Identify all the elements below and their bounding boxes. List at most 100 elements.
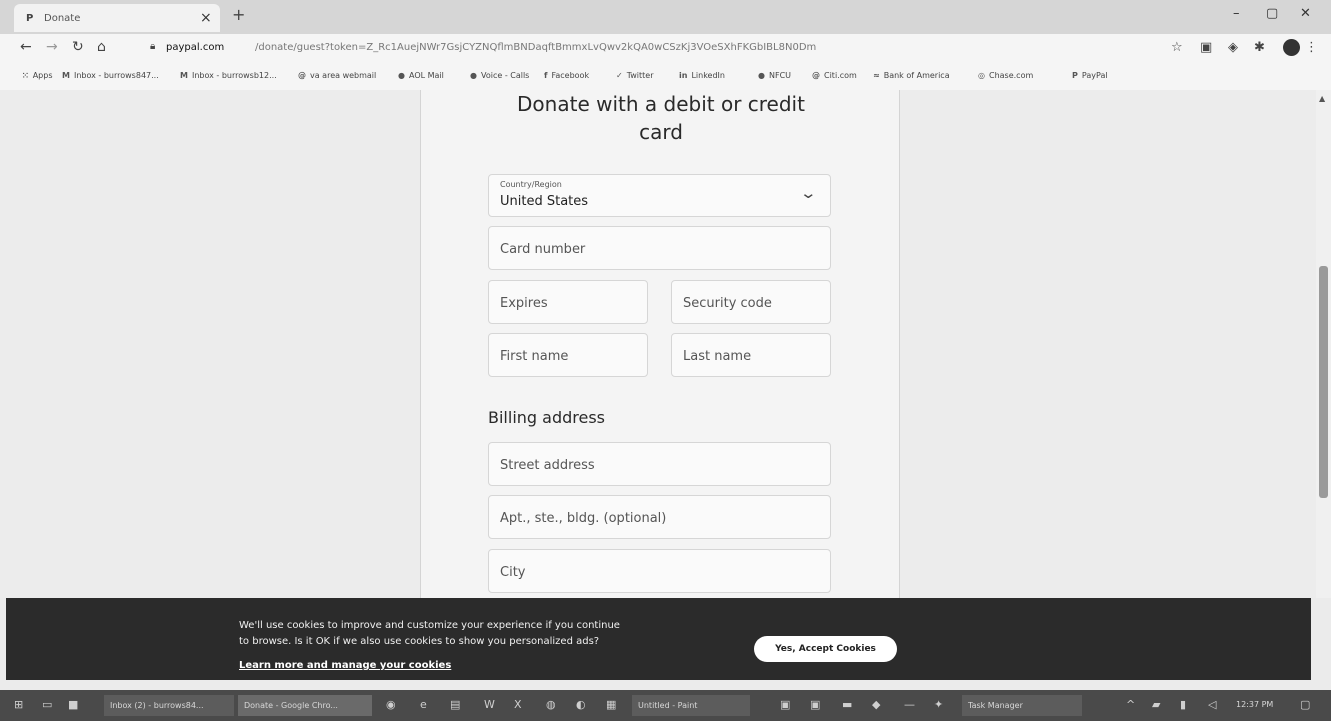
volume-icon[interactable]: ◁ xyxy=(1208,698,1216,711)
app-icon-5[interactable]: ▣ xyxy=(810,698,820,711)
home-icon[interactable]: ⌂ xyxy=(97,39,106,55)
voice-icon: ● xyxy=(470,71,477,80)
excel-icon[interactable]: X xyxy=(514,698,522,711)
shield-icon[interactable]: ◈ xyxy=(1228,40,1238,55)
bookmark-nfcu[interactable]: ● NFCU xyxy=(758,71,791,80)
bookmark-facebook[interactable]: f Facebook xyxy=(544,71,589,80)
browser-toolbar: ← → ↻ ⌂ 🔒︎ paypal.com /donate/guest?toke… xyxy=(0,34,1331,62)
scroll-up-icon[interactable]: ▲ xyxy=(1319,94,1325,103)
accept-cookies-button[interactable]: Yes, Accept Cookies xyxy=(754,636,897,662)
minimize-icon[interactable]: – xyxy=(1233,6,1240,21)
app-icon-4[interactable]: ▣ xyxy=(780,698,790,711)
battery-icon[interactable]: ▮ xyxy=(1180,698,1186,711)
star-icon[interactable]: ☆ xyxy=(1171,40,1183,55)
tab-title: Donate xyxy=(44,13,81,24)
bookmark-apps[interactable]: ⁙ Apps xyxy=(22,71,53,80)
learn-more-link[interactable]: Learn more and manage your cookies xyxy=(239,660,451,671)
citi-icon: @ xyxy=(812,71,820,80)
puzzle-icon[interactable]: ✱ xyxy=(1254,40,1265,55)
boa-icon: ≈ xyxy=(873,71,880,80)
app-icon[interactable]: ◍ xyxy=(546,698,556,711)
lock-icon: 🔒︎ xyxy=(150,41,156,52)
close-tab-icon[interactable]: × xyxy=(200,10,212,26)
app-icon-7[interactable]: ◆ xyxy=(872,698,880,711)
bookmark-twitter[interactable]: ✓ Twitter xyxy=(616,71,654,80)
extension-icon[interactable]: ▣ xyxy=(1200,40,1212,55)
bookmark-linkedin[interactable]: in LinkedIn xyxy=(679,71,725,80)
new-tab-icon[interactable]: + xyxy=(232,5,245,24)
paypal-icon: P xyxy=(1072,71,1078,80)
apt-field[interactable]: Apt., ste., bldg. (optional) xyxy=(488,495,831,539)
scrollbar-thumb[interactable] xyxy=(1319,266,1328,498)
bookmark-citi[interactable]: @ Citi.com xyxy=(812,71,857,80)
app-icon-2[interactable]: ◐ xyxy=(576,698,586,711)
notifications-icon[interactable]: ▢ xyxy=(1300,698,1310,711)
page-title: Donate with a debit or credit card xyxy=(517,92,805,144)
chrome-icon[interactable]: ◉ xyxy=(386,698,396,711)
taskbar: ⊞ ▭ ■ Inbox (2) - burrows84... Donate - … xyxy=(0,690,1331,721)
bookmark-chase[interactable]: ◎ Chase.com xyxy=(978,71,1033,80)
store-icon[interactable]: ■ xyxy=(68,698,78,711)
bookmark-voice[interactable]: ● Voice - Calls xyxy=(470,71,529,80)
nfcu-icon: ● xyxy=(758,71,765,80)
last-name-field[interactable]: Last name xyxy=(671,333,831,377)
twitter-icon: ✓ xyxy=(616,71,623,80)
country-label: Country/Region xyxy=(500,180,562,189)
street-address-field[interactable]: Street address xyxy=(488,442,831,486)
avatar[interactable] xyxy=(1283,39,1300,56)
billing-address-heading: Billing address xyxy=(488,408,605,427)
first-name-field[interactable]: First name xyxy=(488,333,648,377)
tab-donate[interactable]: P Donate × xyxy=(14,4,220,32)
bookmark-inbox-1[interactable]: M Inbox - burrows847... xyxy=(62,71,159,80)
donate-form-panel: Donate with a debit or credit card Count… xyxy=(420,90,900,598)
app-icon-3[interactable]: ▦ xyxy=(606,698,616,711)
country-value: United States xyxy=(500,194,589,209)
address-bar[interactable]: 🔒︎ paypal.com /donate/guest?token=Z_Rc1A… xyxy=(150,37,1150,59)
country-select[interactable]: Country/Region United States ⌄ xyxy=(488,174,831,217)
word-icon[interactable]: W xyxy=(484,698,495,711)
cookie-message: We'll use cookies to improve and customi… xyxy=(239,620,620,647)
network-icon[interactable]: ▰ xyxy=(1152,698,1160,711)
bookmark-webmail[interactable]: @ va area webmail xyxy=(298,71,376,80)
chevron-down-icon: ⌄ xyxy=(799,184,818,202)
task-view-icon[interactable]: ▭ xyxy=(42,698,52,711)
gmail-icon: M xyxy=(62,71,70,80)
page-scrollbar[interactable]: ▲ xyxy=(1316,90,1331,598)
menu-icon[interactable]: ⋮ xyxy=(1305,40,1318,55)
edge-icon[interactable]: e xyxy=(420,698,427,711)
expires-field[interactable]: Expires xyxy=(488,280,648,324)
apps-grid-icon: ⁙ xyxy=(22,71,29,80)
bookmark-boa[interactable]: ≈ Bank of America xyxy=(873,71,950,80)
back-arrow-icon[interactable]: ← xyxy=(20,39,32,55)
forward-arrow-icon[interactable]: → xyxy=(46,39,58,55)
reload-icon[interactable]: ↻ xyxy=(72,39,84,55)
linkedin-icon: in xyxy=(679,71,688,80)
bookmark-inbox-2[interactable]: M Inbox - burrowsb12... xyxy=(180,71,277,80)
maximize-icon[interactable]: ▢ xyxy=(1266,6,1278,21)
city-field[interactable]: City xyxy=(488,549,831,593)
bookmark-aol[interactable]: ● AOL Mail xyxy=(398,71,444,80)
file-explorer-icon[interactable]: ▤ xyxy=(450,698,460,711)
gmail-icon: M xyxy=(180,71,188,80)
card-number-field[interactable]: Card number xyxy=(488,226,831,270)
taskbar-task-manager[interactable]: Task Manager xyxy=(962,695,1082,716)
page-content: Donate with a debit or credit card Count… xyxy=(0,90,1331,598)
chase-icon: ◎ xyxy=(978,71,985,80)
taskbar-inbox[interactable]: Inbox (2) - burrows84... xyxy=(104,695,234,716)
webmail-icon: @ xyxy=(298,71,306,80)
app-icon-6[interactable]: ▬ xyxy=(842,698,852,711)
url-path: /donate/guest?token=Z_Rc1AuejNWr7GsjCYZN… xyxy=(255,42,817,53)
facebook-icon: f xyxy=(544,71,548,80)
chevron-up-icon[interactable]: ^ xyxy=(1126,698,1135,711)
taskbar-paint[interactable]: Untitled - Paint xyxy=(632,695,750,716)
taskbar-donate-chrome[interactable]: Donate - Google Chro... xyxy=(238,695,372,716)
aol-icon: ● xyxy=(398,71,405,80)
security-code-field[interactable]: Security code xyxy=(671,280,831,324)
app-icon-9[interactable]: ✦ xyxy=(934,698,943,711)
close-window-icon[interactable]: ✕ xyxy=(1300,6,1311,21)
bookmark-paypal[interactable]: P PayPal xyxy=(1072,71,1108,80)
cookie-banner: We'll use cookies to improve and customi… xyxy=(6,598,1311,680)
clock[interactable]: 12:37 PM xyxy=(1236,700,1273,709)
windows-start-icon[interactable]: ⊞ xyxy=(14,698,23,711)
app-icon-8[interactable]: — xyxy=(904,698,915,711)
